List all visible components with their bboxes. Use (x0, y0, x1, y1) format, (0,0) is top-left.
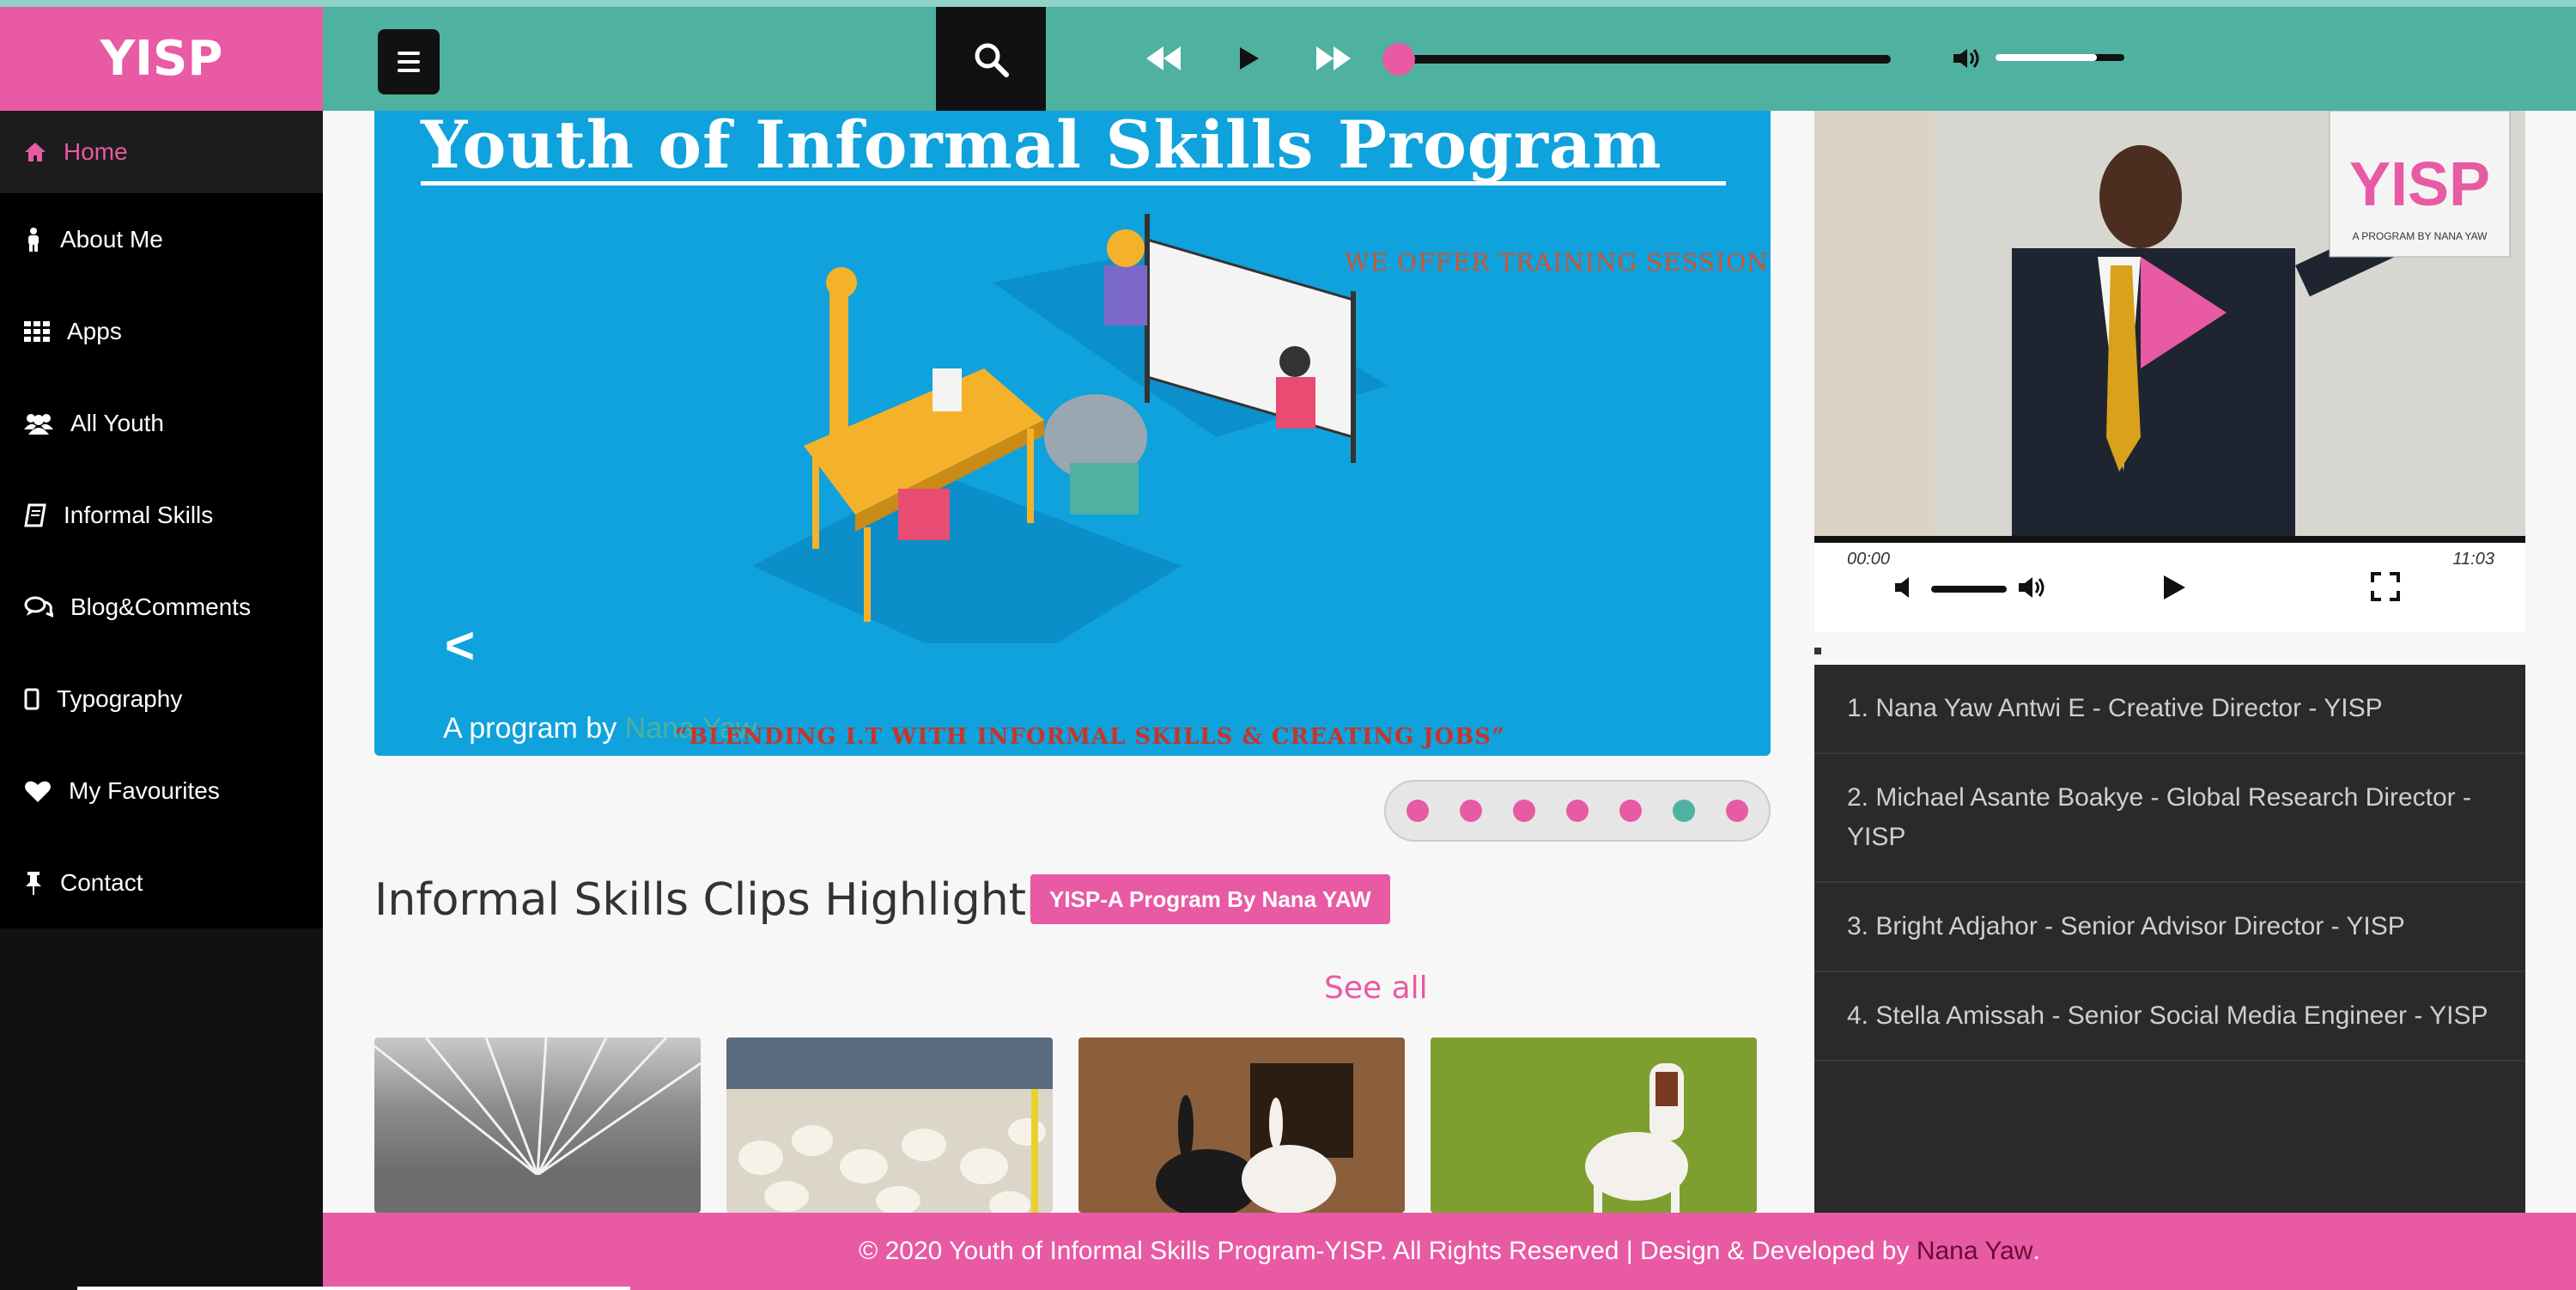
video-logo-caption: A PROGRAM BY NANA YAW (2353, 230, 2488, 242)
video-play-icon[interactable] (2161, 574, 2187, 601)
volume-level (1996, 54, 2097, 61)
sidebar-item-label: Apps (67, 317, 122, 344)
volume-icon (1953, 49, 1979, 68)
classroom-illustration (752, 214, 1388, 643)
footer: © 2020 Youth of Informal Skills Program-… (323, 1213, 2576, 1290)
sidebar-item-label: Typography (57, 685, 183, 712)
carousel-prev-button[interactable]: < (445, 616, 475, 675)
rabbits-image (1156, 1063, 1353, 1213)
footer-end: . (2032, 1237, 2040, 1265)
team-list: 1. Nana Yaw Antwi E - Creative Director … (1814, 665, 2525, 1214)
section-badge: YISP-A Program By Nana YAW (1030, 874, 1390, 924)
sidebar-item-my-favourites[interactable]: My Favourites (0, 745, 323, 837)
see-all-link[interactable]: See all (1324, 971, 1428, 1006)
sidebar-item-label: Blog&Comments (70, 593, 252, 620)
list-item[interactable]: 1. Nana Yaw Antwi E - Creative Director … (1814, 665, 2525, 754)
video-progress-bar[interactable] (1814, 536, 2525, 543)
seek-handle[interactable] (1382, 43, 1415, 76)
fast-forward-icon (1316, 46, 1351, 70)
video-duration: 11:03 (2452, 550, 2494, 569)
clip-thumbnail-rabbits[interactable] (1078, 1037, 1405, 1213)
carousel-dot-active[interactable] (1673, 800, 1695, 822)
top-border (0, 0, 2576, 7)
sidebar-item-about-me[interactable]: About Me (0, 193, 323, 285)
banner-slogan: “BLENDING I.T WITH INFORMAL SKILLS & CRE… (675, 724, 1505, 750)
play-button[interactable] (1232, 33, 1267, 84)
person-icon (28, 227, 39, 252)
menu-bar-icon (398, 60, 420, 64)
carousel-dot[interactable] (1460, 800, 1482, 822)
banner-tagline: WE OFFER TRAINING SESSION (1345, 248, 1769, 277)
mute-icon[interactable] (1893, 575, 1916, 599)
footer-underline (77, 1287, 630, 1290)
sidebar-item-label: Contact (60, 868, 143, 896)
sidebar-item-label: All Youth (70, 409, 164, 436)
clip-thumbnail-chickens[interactable] (726, 1037, 1053, 1213)
menu-bar-icon (398, 69, 420, 72)
fullscreen-icon[interactable] (2371, 572, 2400, 601)
section-title: Informal Skills Clips Highlighting (374, 874, 1096, 926)
menu-bar-icon (398, 52, 420, 55)
sidebar-item-label: Informal Skills (64, 501, 214, 528)
book-icon (24, 503, 46, 526)
hamburger-menu-button[interactable] (378, 29, 440, 94)
poultry-house-image (374, 1037, 701, 1213)
video-controls: 00:00 11:03 (1814, 543, 2525, 632)
users-icon (24, 413, 53, 435)
footer-author-link[interactable]: Nana Yaw (1917, 1237, 2033, 1266)
sidebar-item-typography[interactable]: Typography (0, 653, 323, 745)
sidebar-item-apps[interactable]: Apps (0, 285, 323, 377)
sidebar-item-label: About Me (60, 225, 163, 253)
clip-thumbnail-goats[interactable] (1431, 1037, 1757, 1213)
list-item[interactable]: 4. Stella Amissah - Senior Social Media … (1814, 972, 2525, 1062)
clip-thumbnail-poultry-house[interactable] (374, 1037, 701, 1213)
carousel-dot[interactable] (1513, 800, 1535, 822)
carousel-indicators (1384, 780, 1771, 842)
sidebar: Home About Me Apps All Youth Informal Sk… (0, 111, 323, 1290)
comments-icon (24, 596, 53, 618)
pin-icon (26, 871, 41, 895)
carousel-dot[interactable] (1406, 800, 1429, 822)
footer-copyright: © 2020 Youth of Informal Skills Program-… (859, 1237, 1910, 1265)
heart-icon (25, 781, 51, 802)
carousel-dot[interactable] (1726, 800, 1748, 822)
seek-bar[interactable] (1400, 55, 1891, 64)
sidebar-item-informal-skills[interactable]: Informal Skills (0, 469, 323, 561)
rewind-icon (1146, 46, 1181, 70)
volume-up-icon[interactable] (2017, 575, 2046, 599)
site-logo[interactable]: YISP (0, 7, 323, 111)
program-by-label: A program by (443, 712, 617, 745)
list-marker (1814, 648, 1821, 654)
hero-carousel-slide: Youth of Informal Skills Program WE OFFE… (374, 111, 1771, 756)
rewind-button[interactable] (1142, 33, 1185, 84)
chickens-image (726, 1037, 1053, 1213)
video-current-time: 00:00 (1847, 550, 1891, 569)
fast-forward-button[interactable] (1312, 33, 1355, 84)
grid-icon (24, 320, 50, 342)
sidebar-item-contact[interactable]: Contact (0, 837, 323, 928)
video-player[interactable]: YISP A PROGRAM BY NANA YAW (1814, 111, 2525, 538)
search-icon (975, 43, 1009, 77)
sidebar-item-home[interactable]: Home (0, 111, 323, 193)
presenter-video-frame: YISP A PROGRAM BY NANA YAW (1814, 111, 2525, 538)
search-button[interactable] (936, 7, 1046, 111)
carousel-dot[interactable] (1619, 800, 1642, 822)
home-icon (25, 143, 46, 161)
sidebar-item-all-youth[interactable]: All Youth (0, 377, 323, 469)
video-logo-text: YISP (2349, 150, 2490, 219)
mobile-icon (24, 688, 39, 709)
sidebar-item-blog-comments[interactable]: Blog&Comments (0, 561, 323, 653)
list-item[interactable]: 3. Bright Adjahor - Senior Advisor Direc… (1814, 883, 2525, 972)
sidebar-item-label: My Favourites (69, 776, 220, 804)
list-item[interactable]: 2. Michael Asante Boakye - Global Resear… (1814, 754, 2525, 883)
goats-image (1431, 1037, 1757, 1213)
sidebar-nav: Home About Me Apps All Youth Informal Sk… (0, 111, 323, 928)
video-volume-slider[interactable] (1931, 586, 2007, 593)
sidebar-item-label: Home (64, 138, 128, 165)
play-icon (1240, 47, 1259, 70)
carousel-dot[interactable] (1566, 800, 1589, 822)
volume-button[interactable] (1951, 33, 1982, 84)
